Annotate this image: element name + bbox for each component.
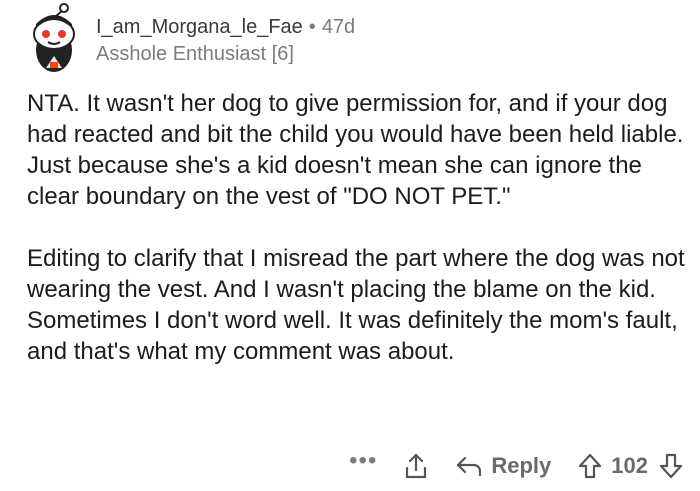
share-icon bbox=[403, 452, 429, 480]
comment-meta: I_am_Morgana_le_Fae • 47d Asshole Enthus… bbox=[96, 14, 355, 67]
upvote-icon[interactable] bbox=[577, 452, 603, 480]
user-flair: Asshole Enthusiast [6] bbox=[96, 43, 294, 65]
more-options-icon[interactable]: ••• bbox=[349, 449, 377, 481]
share-button[interactable] bbox=[403, 452, 429, 480]
comment-age: 47d bbox=[321, 16, 356, 38]
comment: I_am_Morgana_le_Fae • 47d Asshole Enthus… bbox=[0, 0, 700, 491]
comment-actions: ••• Reply 102 bbox=[349, 448, 684, 484]
reply-button[interactable]: Reply bbox=[455, 453, 551, 479]
vote-score: 102 bbox=[611, 453, 648, 478]
meta-separator: • bbox=[308, 16, 316, 38]
comment-body: NTA. It wasn't her dog to give permissio… bbox=[27, 88, 687, 367]
comment-paragraph: Editing to clarify that I misread the pa… bbox=[27, 245, 685, 365]
username[interactable]: I_am_Morgana_le_Fae bbox=[96, 14, 303, 40]
reply-label: Reply bbox=[491, 453, 552, 478]
comment-paragraph: NTA. It wasn't her dog to give permissio… bbox=[27, 90, 684, 210]
reply-arrow-icon bbox=[455, 454, 483, 478]
downvote-icon[interactable] bbox=[658, 452, 684, 480]
vote-controls: 102 bbox=[577, 452, 684, 480]
author-line: I_am_Morgana_le_Fae • 47d bbox=[96, 14, 355, 40]
avatar-icon[interactable] bbox=[24, 2, 84, 74]
